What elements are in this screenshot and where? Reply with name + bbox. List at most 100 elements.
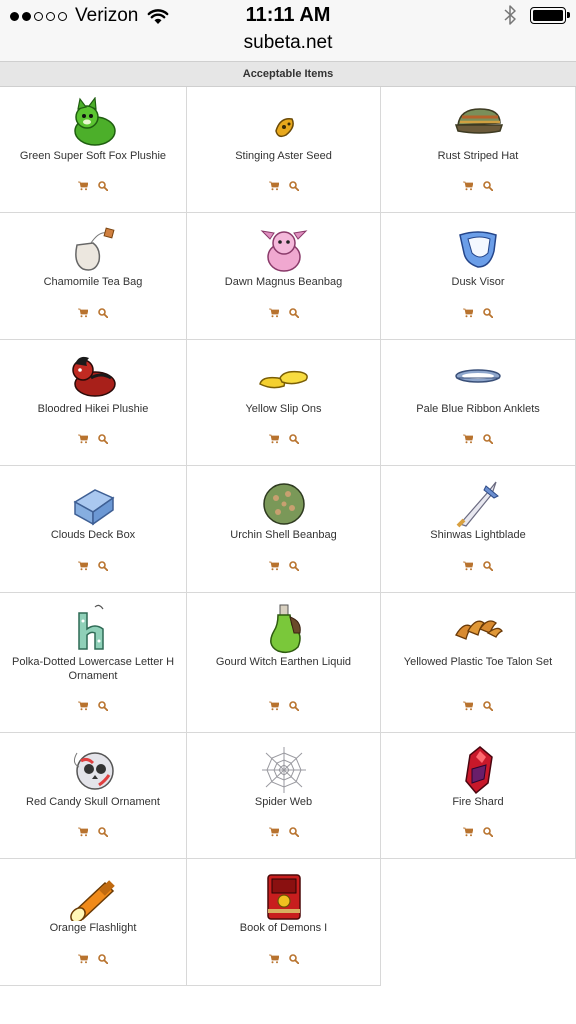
item-cell[interactable]: Yellow Slip Ons	[187, 340, 381, 466]
item-actions	[187, 177, 380, 195]
item-actions	[381, 557, 575, 575]
magnifier-icon[interactable]	[98, 700, 108, 711]
magnifier-icon[interactable]	[98, 307, 108, 318]
item-cell[interactable]: Gourd Witch Earthen Liquid	[187, 593, 381, 733]
item-cell[interactable]: Chamomile Tea Bag	[0, 213, 187, 340]
section-title: Acceptable Items	[0, 61, 576, 87]
magnifier-icon[interactable]	[288, 560, 299, 571]
hat-icon[interactable]	[450, 97, 506, 149]
item-cell[interactable]: Red Candy Skull Ornament	[0, 733, 187, 859]
url-bar[interactable]: subeta.net	[0, 32, 576, 61]
item-actions	[381, 823, 575, 841]
item-cell[interactable]: Polka-Dotted Lowercase Letter H Ornament	[0, 593, 187, 733]
cart-icon[interactable]	[268, 308, 279, 318]
item-actions	[0, 430, 186, 448]
potion-icon[interactable]	[256, 603, 312, 655]
spider-web-icon[interactable]	[256, 743, 312, 795]
item-cell[interactable]: Clouds Deck Box	[0, 466, 187, 593]
beanbag-icon[interactable]	[256, 223, 312, 275]
battery-icon	[530, 6, 570, 24]
item-cell[interactable]: Rust Striped Hat	[381, 87, 576, 213]
deck-box-icon[interactable]	[65, 476, 121, 528]
magnifier-icon[interactable]	[288, 953, 299, 964]
urchin-icon[interactable]	[256, 476, 312, 528]
item-cell[interactable]: Spider Web	[187, 733, 381, 859]
cart-icon[interactable]	[463, 561, 473, 571]
item-cell[interactable]: Pale Blue Ribbon Anklets	[381, 340, 576, 466]
magnifier-icon[interactable]	[483, 433, 493, 444]
item-cell[interactable]: Dusk Visor	[381, 213, 576, 340]
magnifier-icon[interactable]	[98, 953, 108, 964]
magnifier-icon[interactable]	[288, 826, 299, 837]
item-cell[interactable]: Shinwas Lightblade	[381, 466, 576, 593]
fox-plushie-icon[interactable]	[65, 96, 121, 149]
blade-icon[interactable]	[450, 476, 506, 528]
visor-icon[interactable]	[450, 223, 506, 275]
skull-ornament-icon[interactable]	[65, 743, 121, 795]
cart-icon[interactable]	[78, 308, 88, 318]
flashlight-icon[interactable]	[65, 869, 121, 923]
item-actions	[381, 697, 575, 715]
cart-icon[interactable]	[268, 561, 279, 571]
cart-icon[interactable]	[463, 701, 473, 711]
item-cell[interactable]: Orange Flashlight	[0, 859, 187, 986]
item-cell[interactable]: Green Super Soft Fox Plushie	[0, 87, 187, 213]
tea-bag-icon[interactable]	[65, 223, 121, 275]
book-icon[interactable]	[256, 869, 312, 921]
magnifier-icon[interactable]	[288, 180, 299, 191]
item-actions	[187, 950, 380, 968]
cart-icon[interactable]	[268, 701, 279, 711]
cart-icon[interactable]	[463, 827, 473, 837]
item-actions	[0, 557, 186, 575]
item-actions	[381, 177, 575, 195]
cart-icon[interactable]	[78, 701, 88, 711]
magnifier-icon[interactable]	[483, 180, 493, 191]
cart-icon[interactable]	[463, 181, 473, 191]
item-actions	[0, 177, 186, 195]
cart-icon[interactable]	[78, 434, 88, 444]
magnifier-icon[interactable]	[483, 307, 493, 318]
magnifier-icon[interactable]	[483, 560, 493, 571]
magnifier-icon[interactable]	[98, 180, 108, 191]
item-name: Shinwas Lightblade	[430, 529, 526, 541]
fire-shard-icon[interactable]	[450, 743, 506, 795]
magnifier-icon[interactable]	[288, 433, 299, 444]
item-actions	[187, 823, 380, 841]
magnifier-icon[interactable]	[98, 560, 108, 571]
magnifier-icon[interactable]	[288, 700, 299, 711]
slippers-icon[interactable]	[256, 350, 312, 402]
talons-icon[interactable]	[450, 603, 506, 655]
cart-icon[interactable]	[268, 827, 279, 837]
magnifier-icon[interactable]	[288, 307, 299, 318]
magnifier-icon[interactable]	[483, 700, 493, 711]
cart-icon[interactable]	[78, 561, 88, 571]
item-cell[interactable]: Fire Shard	[381, 733, 576, 859]
item-cell[interactable]: Yellowed Plastic Toe Talon Set	[381, 593, 576, 733]
magnifier-icon[interactable]	[483, 826, 493, 837]
item-cell[interactable]: Urchin Shell Beanbag	[187, 466, 381, 593]
hikei-plushie-icon[interactable]	[65, 350, 121, 402]
item-name: Rust Striped Hat	[437, 150, 519, 162]
seed-icon[interactable]	[256, 97, 312, 149]
cart-icon[interactable]	[268, 181, 279, 191]
cart-icon[interactable]	[268, 434, 279, 444]
item-actions	[0, 304, 186, 322]
magnifier-icon[interactable]	[98, 433, 108, 444]
cart-icon[interactable]	[268, 954, 279, 964]
magnifier-icon[interactable]	[98, 826, 108, 837]
item-cell[interactable]: Bloodred Hikei Plushie	[0, 340, 187, 466]
ribbon-icon[interactable]	[450, 350, 506, 402]
cart-icon[interactable]	[78, 827, 88, 837]
cart-icon[interactable]	[463, 434, 473, 444]
letter-h-ornament-icon[interactable]	[65, 603, 121, 655]
item-cell[interactable]: Book of Demons I	[187, 859, 381, 986]
cart-icon[interactable]	[78, 954, 88, 964]
item-name: Dusk Visor	[451, 276, 505, 288]
item-actions	[187, 304, 380, 322]
item-cell[interactable]: Dawn Magnus Beanbag	[187, 213, 381, 340]
item-cell[interactable]: Stinging Aster Seed	[187, 87, 381, 213]
cart-icon[interactable]	[463, 308, 473, 318]
cart-icon[interactable]	[78, 181, 88, 191]
item-name: Urchin Shell Beanbag	[230, 529, 337, 541]
item-name: Clouds Deck Box	[50, 529, 136, 541]
